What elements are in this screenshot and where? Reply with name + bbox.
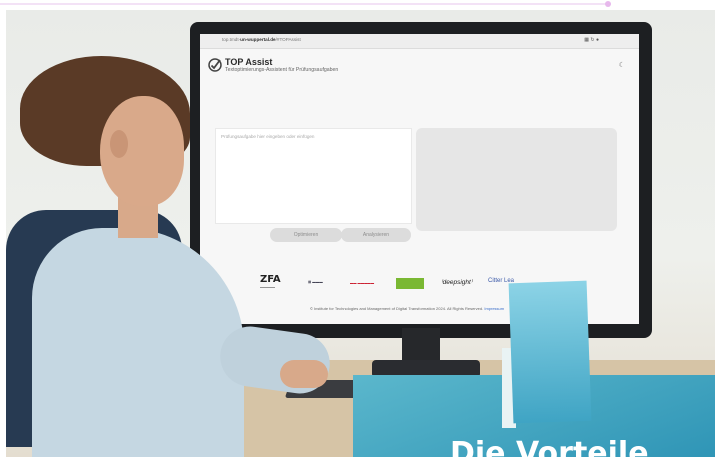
optimize-button[interactable]: Optimieren: [270, 228, 342, 242]
imprint-link[interactable]: Impressum: [484, 306, 504, 311]
zfa-logo: ZFA: [260, 274, 281, 285]
input-placeholder: Prüfungsaufgabe hier eingeben oder einfü…: [221, 134, 315, 139]
zfa-logo-sub: ▬▬▬▬▬▬: [260, 286, 275, 289]
section-heading: Die Vorteile: [450, 436, 649, 471]
app-subtitle: Textoptimierungs-Assistent für Prüfungsa…: [225, 67, 339, 73]
decorative-line: [0, 1, 611, 7]
browser-toolbar-icons[interactable]: ▦ ↻ ●: [584, 37, 599, 43]
footer-text: © Institute for Technologies and Managem…: [310, 306, 484, 311]
deepsight-logo: ⁽deepsight⁾: [441, 279, 473, 286]
check-logo-icon: [208, 58, 222, 72]
partner-logo-3: ▬▬ ▬▬▬▬▬: [350, 281, 374, 285]
partner-logo-4: [396, 278, 424, 289]
paper-strip: [508, 280, 592, 424]
page-footer: © Institute for Technologies and Managem…: [310, 306, 504, 311]
person-hand: [280, 360, 328, 388]
partner-logo-2: ▦ ▬▬▬: [308, 280, 323, 284]
analyze-button[interactable]: Analysieren: [341, 228, 411, 242]
task-input[interactable]: Prüfungsaufgabe hier eingeben oder einfü…: [215, 128, 412, 224]
app-title: TOP Assist: [225, 57, 273, 67]
output-panel: [416, 128, 617, 231]
theme-toggle-icon[interactable]: ☾: [619, 61, 625, 69]
url-text: top.tmdt-un-wuppertal.de/#TOPAssist: [222, 37, 301, 42]
browser-address-bar[interactable]: top.tmdt-un-wuppertal.de/#TOPAssist ▦ ↻ …: [200, 34, 639, 49]
person-ear: [110, 130, 128, 158]
